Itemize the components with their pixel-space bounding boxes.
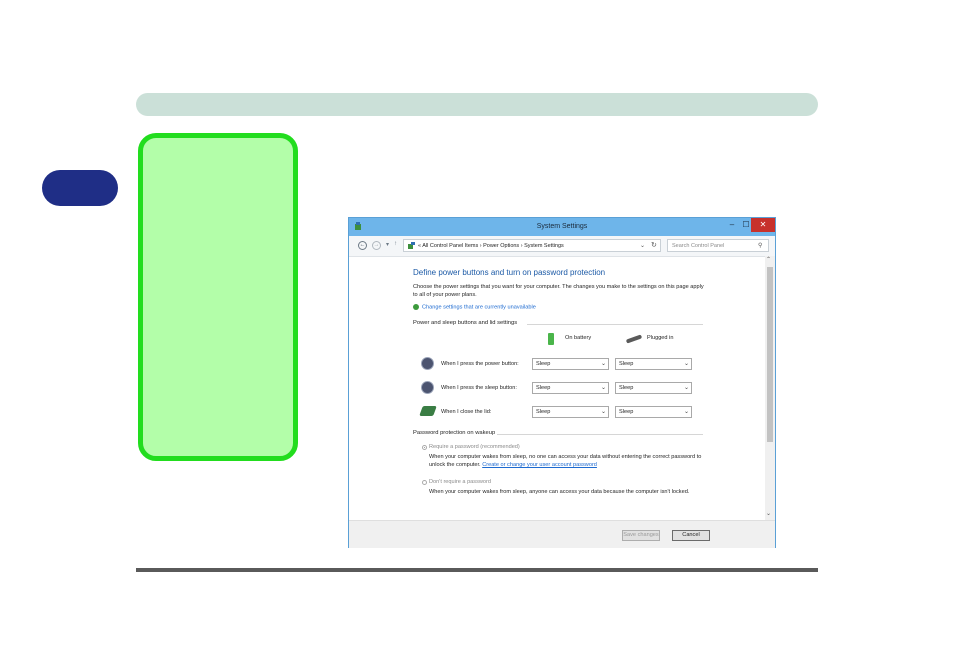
scroll-thumb[interactable] bbox=[767, 267, 773, 442]
power-button-icon bbox=[421, 357, 434, 370]
shield-icon bbox=[413, 304, 419, 310]
chapter-tab bbox=[42, 170, 118, 206]
no-password-label: Don't require a password bbox=[429, 479, 492, 485]
sleep-button-plugged-select[interactable]: Sleep ⌄ bbox=[615, 382, 692, 394]
chevron-down-icon: ⌄ bbox=[683, 409, 689, 415]
change-settings-link[interactable]: Change settings that are currently unava… bbox=[413, 304, 536, 310]
sidebar-note-box bbox=[138, 133, 298, 461]
sleep-button-battery-select[interactable]: Sleep ⌄ bbox=[532, 382, 609, 394]
chevron-down-icon: ⌄ bbox=[600, 361, 606, 367]
refresh-icon[interactable]: ↻ bbox=[651, 241, 657, 249]
laptop-lid-icon bbox=[419, 406, 437, 416]
window-title: System Settings bbox=[536, 223, 588, 230]
forward-button[interactable]: → bbox=[372, 241, 381, 250]
select-value: Sleep bbox=[536, 361, 551, 367]
no-password-radio[interactable] bbox=[422, 480, 427, 485]
breadcrumb[interactable]: « All Control Panel Items › Power Option… bbox=[403, 239, 661, 252]
change-settings-link-text[interactable]: Change settings that are currently unava… bbox=[422, 304, 536, 310]
select-value: Sleep bbox=[619, 361, 634, 367]
recent-pages-chevron-icon[interactable]: ▾ bbox=[386, 241, 389, 248]
select-value: Sleep bbox=[619, 385, 634, 391]
cancel-button[interactable]: Cancel bbox=[672, 530, 710, 541]
on-battery-header: On battery bbox=[565, 335, 592, 341]
chevron-down-icon: ⌄ bbox=[600, 385, 606, 391]
power-button-label: When I press the power button: bbox=[441, 361, 519, 367]
power-button-battery-select[interactable]: Sleep ⌄ bbox=[532, 358, 609, 370]
select-value: Sleep bbox=[536, 385, 551, 391]
system-settings-window: System Settings – ☐ ✕ ← → ▾ ↑ « All Cont… bbox=[348, 217, 776, 548]
page-footer-rule bbox=[136, 568, 818, 572]
section-divider bbox=[527, 324, 703, 325]
intro-text: Choose the power settings that you want … bbox=[413, 284, 704, 298]
select-value: Sleep bbox=[536, 409, 551, 415]
sleep-button-label: When I press the sleep button: bbox=[441, 385, 517, 391]
sleep-button-icon bbox=[421, 381, 434, 394]
close-lid-plugged-select[interactable]: Sleep ⌄ bbox=[615, 406, 692, 418]
search-icon[interactable]: ⚲ bbox=[758, 242, 762, 249]
select-value: Sleep bbox=[619, 409, 634, 415]
plugged-in-header: Plugged in bbox=[647, 335, 674, 341]
section-password-heading: Password protection on wakeup bbox=[413, 430, 496, 436]
plug-icon bbox=[625, 334, 643, 344]
chevron-down-icon[interactable]: ⌄ bbox=[640, 242, 645, 249]
no-password-description: When your computer wakes from sleep, any… bbox=[429, 489, 690, 495]
power-button-plugged-select[interactable]: Sleep ⌄ bbox=[615, 358, 692, 370]
close-lid-label: When I close the lid: bbox=[441, 409, 492, 415]
section-buttons-heading: Power and sleep buttons and lid settings bbox=[413, 320, 518, 326]
scroll-up-arrow-icon[interactable]: ⌃ bbox=[766, 256, 771, 263]
up-arrow-icon[interactable]: ↑ bbox=[394, 241, 397, 247]
address-bar: ← → ▾ ↑ « All Control Panel Items › Powe… bbox=[349, 236, 775, 257]
require-password-label: Require a password (recommended) bbox=[429, 444, 520, 450]
close-lid-battery-select[interactable]: Sleep ⌄ bbox=[532, 406, 609, 418]
chevron-down-icon: ⌄ bbox=[683, 385, 689, 391]
save-changes-button[interactable]: Save changes bbox=[622, 530, 660, 541]
button-bar: Save changes Cancel bbox=[349, 520, 775, 548]
chevron-down-icon: ⌄ bbox=[600, 409, 606, 415]
change-password-link[interactable]: Create or change your user account passw… bbox=[482, 462, 597, 468]
section-divider bbox=[497, 434, 703, 435]
chevron-down-icon: ⌄ bbox=[683, 361, 689, 367]
control-panel-icon bbox=[408, 242, 415, 249]
require-password-description: When your computer wakes from sleep, no … bbox=[429, 453, 707, 469]
breadcrumb-path[interactable]: « All Control Panel Items › Power Option… bbox=[418, 243, 564, 249]
search-input[interactable]: Search Control Panel ⚲ bbox=[667, 239, 769, 252]
page-header-bar bbox=[136, 93, 818, 116]
battery-icon bbox=[548, 333, 554, 345]
minimize-button[interactable]: – bbox=[725, 218, 739, 232]
back-button[interactable]: ← bbox=[358, 241, 367, 250]
vertical-scrollbar[interactable]: ⌃ ⌄ bbox=[765, 256, 775, 520]
require-password-radio[interactable] bbox=[422, 445, 427, 450]
page-title: Define power buttons and turn on passwor… bbox=[413, 268, 606, 277]
scroll-down-arrow-icon[interactable]: ⌄ bbox=[766, 510, 771, 517]
search-placeholder: Search Control Panel bbox=[672, 243, 725, 249]
close-button[interactable]: ✕ bbox=[751, 218, 775, 232]
title-bar: System Settings – ☐ ✕ bbox=[349, 218, 775, 236]
